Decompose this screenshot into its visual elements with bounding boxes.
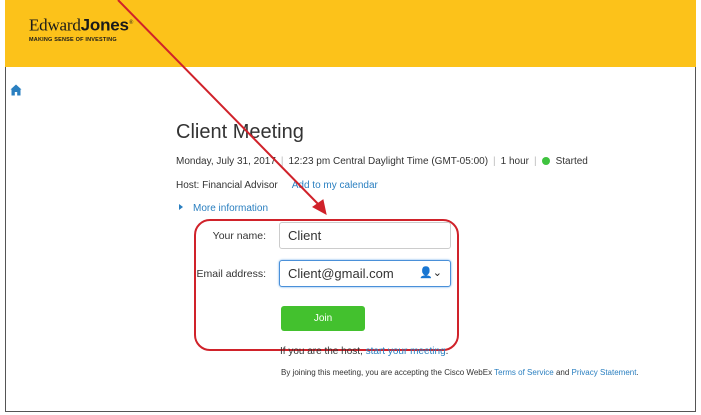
annotation-arrow-icon	[117, 0, 327, 215]
